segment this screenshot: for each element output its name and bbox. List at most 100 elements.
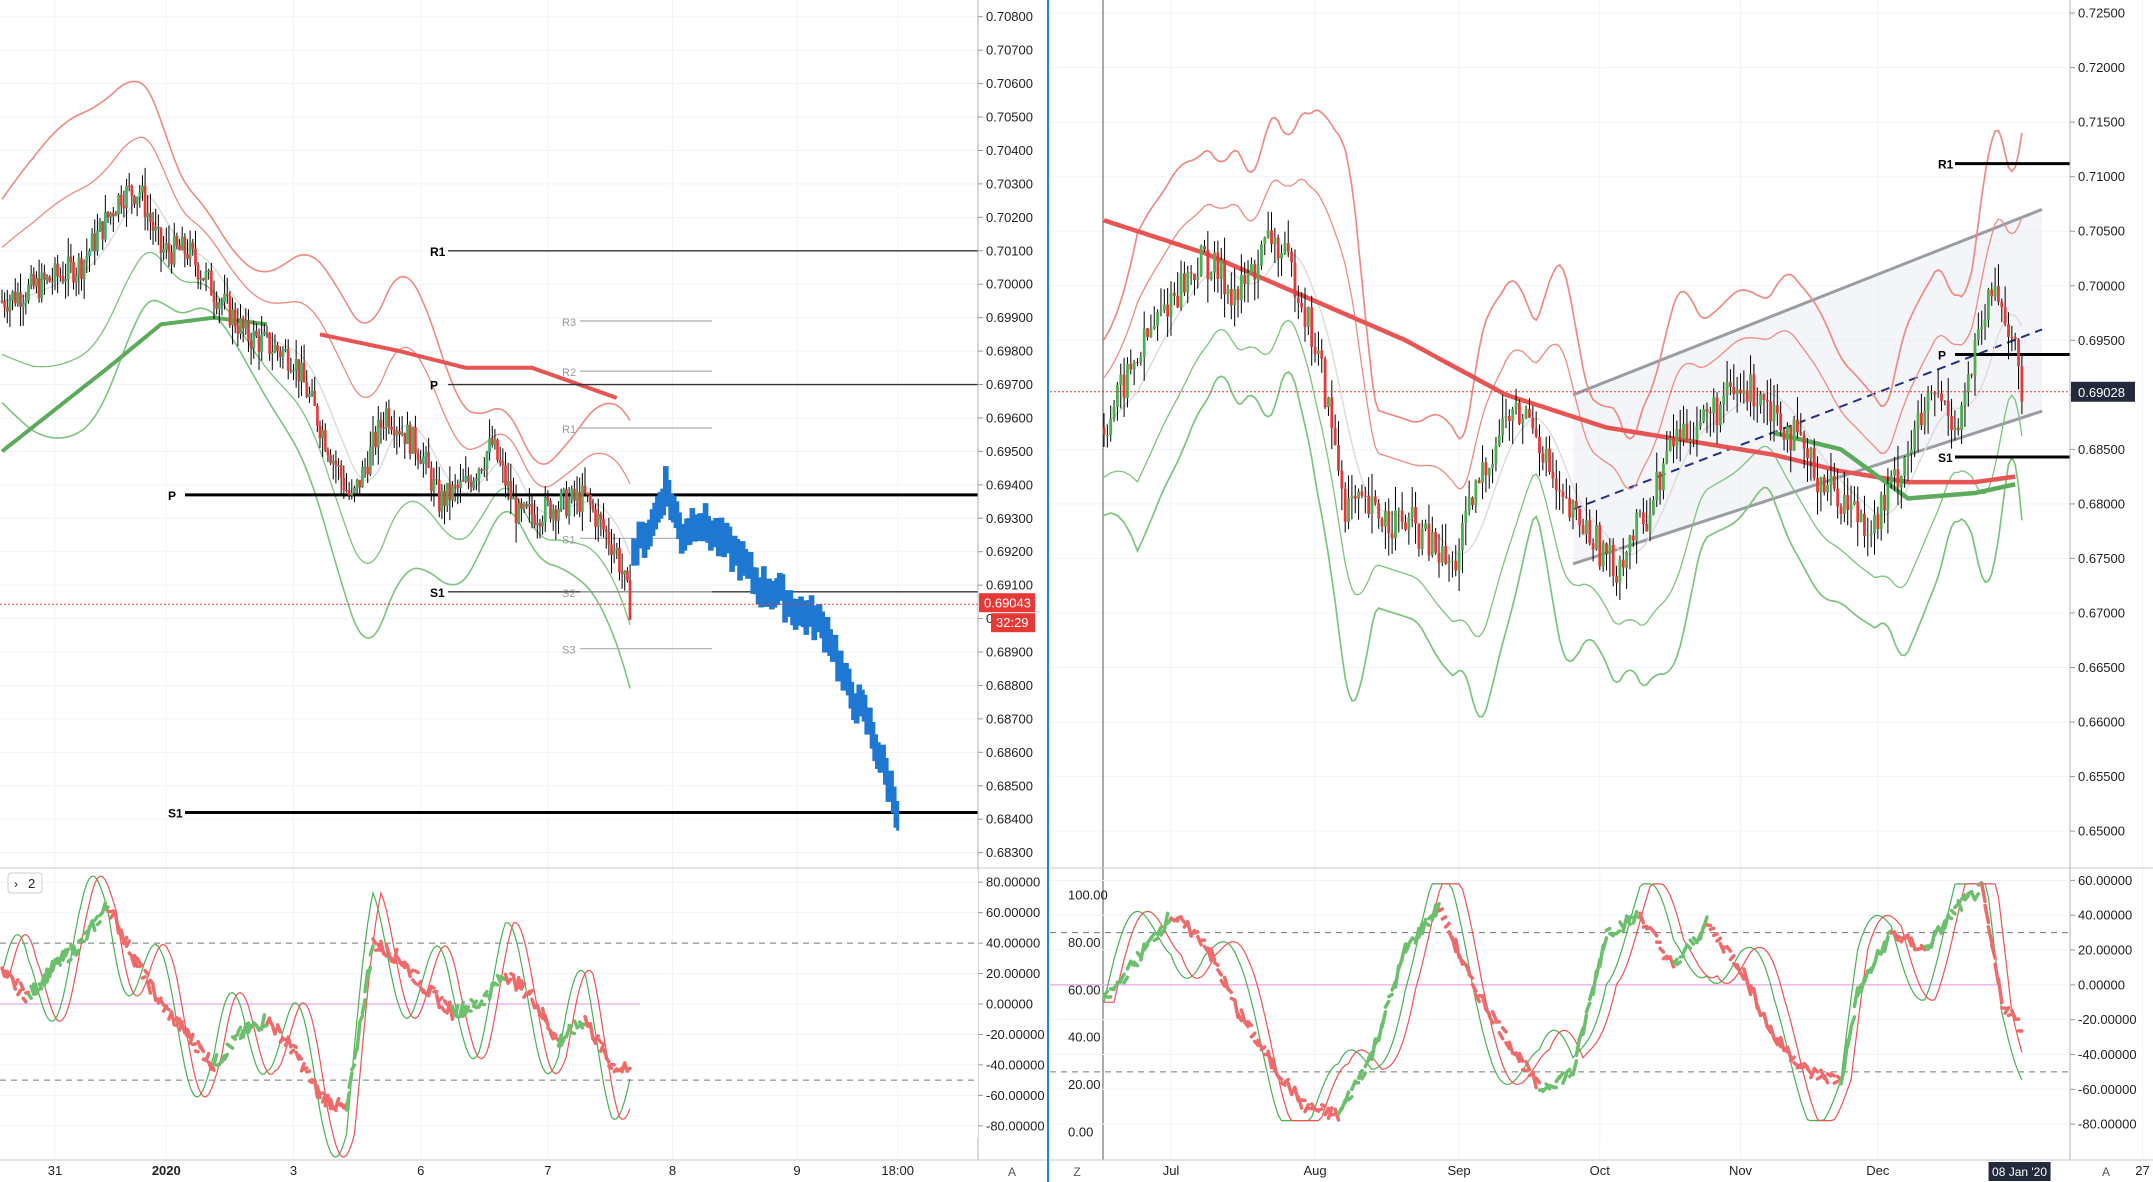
candle-body: [1410, 506, 1414, 518]
oscillator-main: [1299, 1098, 1307, 1103]
candle-body: [294, 359, 298, 371]
left-time-axis[interactable]: 31 2020 3 6 7 8 9 18:00 A: [0, 1159, 1048, 1179]
candle-body: [1420, 528, 1424, 549]
candle-body: [1266, 230, 1270, 238]
candle-body: [2010, 336, 2014, 338]
oscillator-left-tick-label: 20.00: [1068, 1077, 1101, 1092]
oscillator-main: [596, 1037, 603, 1045]
oscillator-main: [1839, 1065, 1847, 1086]
candle-body: [1672, 438, 1675, 447]
projection-bar: [641, 521, 645, 558]
oscillator-main: [1320, 1103, 1327, 1109]
right-oscillator-pane[interactable]: 60.00000 40.00000 20.00000 0.00000 -20.00000…: [1050, 870, 2143, 1140]
candle-body: [1796, 419, 1799, 433]
candle-body: [477, 469, 481, 479]
left-price-axis[interactable]: 0.70800 0.70700 0.70600 0.70500 0.70400 0.703…: [978, 9, 1035, 860]
oscillator-main: [291, 1043, 298, 1049]
projection-bar: [716, 517, 719, 557]
candle-body: [1725, 382, 1729, 396]
candle-body: [429, 467, 433, 492]
candle-body: [615, 547, 619, 551]
price-tick-label: 0.70400: [986, 143, 1033, 158]
candle-body: [559, 492, 563, 510]
projection-bar: [890, 770, 894, 814]
candle-body: [1564, 496, 1568, 499]
candle-body: [1936, 393, 1940, 395]
candle-body: [167, 243, 171, 253]
right-price-axis[interactable]: 0.72500 0.72000 0.71500 0.71000 0.70500 0.700…: [2070, 6, 2135, 839]
candle-body: [5, 307, 9, 312]
candle-body: [1946, 400, 1950, 417]
price-tick-label: 0.68600: [986, 745, 1033, 760]
candle-body: [305, 382, 309, 398]
projection-bar: [880, 744, 884, 773]
candle-body: [1313, 347, 1317, 355]
candle-body: [453, 485, 457, 487]
candle-body: [35, 278, 38, 287]
oscillator-main: [1149, 932, 1156, 940]
candle-body: [1451, 560, 1454, 562]
candle-body: [342, 477, 346, 491]
candle-body: [1678, 429, 1682, 440]
candle-body: [1822, 477, 1826, 493]
projection-bar: [882, 744, 886, 785]
oscillator-main: [1792, 1061, 1800, 1068]
projection-bar: [774, 578, 778, 608]
candle-body: [260, 334, 264, 352]
projection-bar: [755, 567, 759, 605]
candle-body: [602, 519, 605, 530]
candle-body: [45, 276, 49, 280]
oscillator-main: [26, 992, 33, 1000]
candle-body: [1250, 263, 1253, 273]
projection-bar: [806, 600, 810, 635]
candle-body: [183, 236, 187, 255]
candle-body: [1719, 404, 1722, 426]
candle-body: [268, 332, 272, 354]
projection-bar: [681, 523, 685, 554]
left-price-pane[interactable]: [0, 0, 978, 868]
axis-auto-button: A: [1008, 1165, 1016, 1179]
candle-body: [326, 450, 330, 456]
candle-body: [1300, 302, 1304, 308]
oscillator-left-tick-label: 60.00: [1068, 982, 1101, 997]
oscillator-main: [580, 1022, 587, 1027]
candle-body: [188, 242, 192, 259]
candle-body: [1903, 457, 1907, 476]
right-time-axis[interactable]: Jul Aug Sep Oct Nov Dec 27 08 Jan '20 Z A: [1050, 1159, 2153, 1181]
candle-body: [1474, 480, 1478, 506]
candle-body: [1943, 400, 1947, 402]
oscillator-main: [191, 1042, 198, 1047]
candle-body: [588, 494, 592, 505]
pivot-label-P: P: [1938, 348, 1946, 362]
candle-body: [1869, 533, 1873, 536]
pivot-label-S1: S1: [562, 534, 575, 546]
chart-canvas[interactable]: P S1 R1 P S1 R3 R2 R1 S2 S3 S1 0.70800 0.70700 0.706…: [0, 0, 2153, 1182]
left-chart-panel[interactable]: P S1 R1 P S1 R3 R2 R1 S2 S3 S1 0.70800 0.70700 0.706…: [0, 0, 1048, 1179]
right-chart-panel[interactable]: R1 P S1 0.72500 0.72000 0.71500 0.71000 0.7050…: [1050, 0, 2153, 1181]
oscillator-main: [1561, 1073, 1569, 1085]
candle-body: [122, 205, 126, 209]
candle-body: [1856, 501, 1860, 523]
oscillator-main: [127, 951, 134, 958]
candle-body: [1866, 535, 1870, 537]
left-oscillator-pane[interactable]: 80.00000 60.00000 40.00000 20.00000 0.00000 -…: [0, 870, 1045, 1158]
price-tick-label: 0.69600: [986, 410, 1033, 425]
candle-body: [1179, 273, 1183, 308]
price-tick-label: 0.68400: [986, 812, 1033, 827]
candle-body: [1518, 402, 1521, 424]
candle-body: [538, 522, 542, 527]
oscillator-tick-label: -40.00000: [2078, 1047, 2137, 1062]
oscillator-main: [1614, 929, 1622, 935]
projection-bar: [845, 662, 849, 696]
oscillator-main: [1249, 1031, 1257, 1039]
candle-body: [2017, 339, 2020, 367]
candle-body: [1645, 524, 1649, 532]
candle-body: [1990, 289, 1994, 297]
candle-body: [90, 233, 94, 252]
candle-body: [93, 233, 97, 252]
candle-body: [421, 456, 425, 464]
candle-body: [1615, 576, 1618, 583]
candle-body: [607, 531, 611, 545]
candle-body: [1290, 251, 1293, 263]
candle-body: [3, 301, 7, 308]
